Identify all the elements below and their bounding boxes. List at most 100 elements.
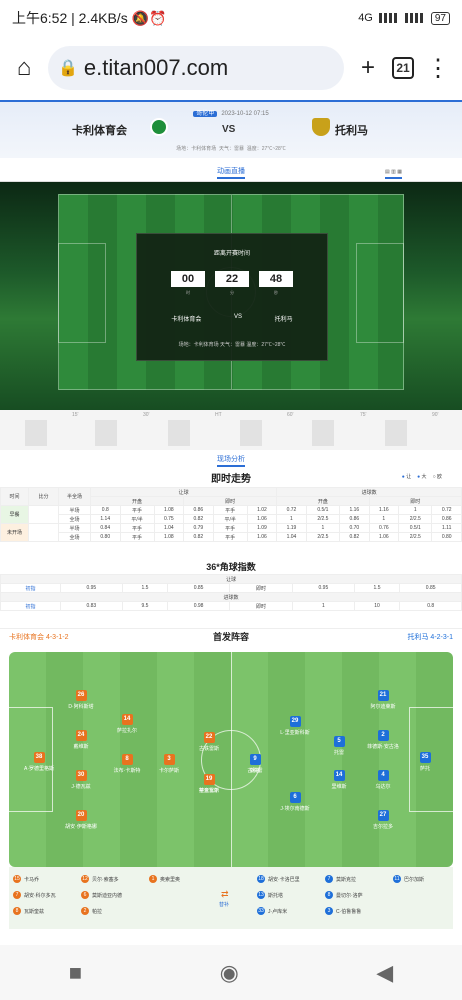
match-header: 哥伦甲 2023-10-12 07:15 卡利体育会 VS 托利马 场地：卡利体育…	[0, 100, 462, 158]
odds-cell: 平/半	[119, 514, 155, 524]
substitute-player[interactable]: 11 巴尔加斯	[393, 875, 424, 883]
odds-cell: 平/半	[212, 514, 248, 524]
substitute-player[interactable]: 13 斯托塔	[257, 891, 283, 899]
jersey-icon: 26	[75, 690, 87, 701]
jersey-icon: 1	[149, 875, 157, 883]
lineup-player[interactable]: 29 L·里亚斯科斯	[265, 716, 325, 736]
lineup-pitch: 38 A·罗德里格斯 26 D·阿科斯塔 24 戴维斯 30 J·德瓦兹 20 胡安·伊斯格娜 14…	[9, 652, 453, 867]
new-tab-icon[interactable]: +	[354, 54, 382, 82]
home-icon[interactable]: ⌂	[10, 54, 38, 82]
substitute-player[interactable]: 8 瓦斯奎兹	[13, 907, 44, 915]
league-badge[interactable]: 哥伦甲	[193, 111, 218, 117]
lineup-player[interactable]: 38 A·罗德里格斯	[9, 752, 69, 772]
jersey-icon: 7	[13, 891, 21, 899]
countdown-minutes: 22	[215, 271, 249, 287]
odds-row: 早餐 半场 0.8 平手 1.08 0.86 平手 1.02 0.72 0.5/1 1.16 1.16…	[0, 505, 462, 524]
address-bar[interactable]: 🔒 e.titan007.com	[48, 46, 344, 90]
odds-cell: 1.16	[368, 505, 400, 515]
tab-live-animation[interactable]: 动画直播	[217, 168, 245, 179]
substitute-player[interactable]: 7 胡安·科尔多瓦	[13, 891, 56, 899]
odds-cell: 0.82	[339, 532, 370, 542]
jersey-icon: 6	[81, 891, 89, 899]
substitute-player[interactable]: 2 帕拉	[81, 907, 102, 915]
timeline-label: 60'	[287, 412, 294, 418]
lineup-player[interactable]: 35 萨托	[395, 752, 453, 772]
substitute-player[interactable]: 12 贝尔·索塞多	[81, 875, 119, 883]
substitute-player[interactable]: 7 莫斯克拉	[325, 875, 356, 883]
jersey-icon: 8	[121, 754, 133, 765]
lineup-player[interactable]: 20 胡安·伊斯格娜	[51, 810, 111, 830]
subs-label: 替补	[219, 902, 230, 908]
menu-icon[interactable]: ⋮	[424, 54, 452, 83]
corner-cell: 0.95	[60, 583, 123, 593]
live-tab-bar: 动画直播 ▤ ▥ ▦	[0, 166, 462, 182]
substitute-player[interactable]: 33 J·卢库米	[257, 907, 287, 915]
lineup-player[interactable]: 21 阿尔迪莱斯	[353, 690, 413, 710]
lineup-player[interactable]: 19 蒂亚瓦尔	[179, 774, 239, 794]
odds-cell: 0.86	[339, 514, 370, 524]
network-label: 4G	[358, 12, 373, 24]
substitute-player[interactable]: 15 卡马乔	[13, 875, 39, 883]
lineup-player[interactable]: 26 D·阿科斯塔	[51, 690, 111, 710]
player-name: 吉尔拉多	[372, 824, 393, 830]
odds-score	[28, 505, 59, 524]
lock-icon: 🔒	[58, 60, 78, 77]
jersey-icon: 19	[203, 774, 215, 785]
odds-cell: 平手	[119, 532, 155, 542]
corner-title: 36*角球指数	[206, 562, 256, 572]
recent-apps-icon[interactable]: ■	[69, 960, 82, 986]
lineup-player[interactable]: 22 古铁雷斯	[179, 732, 239, 752]
lineup-player[interactable]: 14 里维斯	[309, 770, 369, 790]
alarm-icon: ⏰	[149, 9, 167, 26]
countdown-seconds: 48	[259, 271, 293, 287]
player-name: 胡安·伊斯格娜	[65, 824, 97, 830]
jersey-icon: 8	[325, 891, 333, 899]
lineup-player[interactable]: 27 吉尔拉多	[353, 810, 413, 830]
away-team-name[interactable]: 托利马	[335, 122, 368, 138]
jersey-icon: 35	[419, 752, 431, 763]
player-name: 帕拉	[92, 908, 103, 915]
substitute-player[interactable]: 1 奥索里奥	[149, 875, 180, 883]
odds-cell: 1.19	[276, 523, 307, 533]
option-let[interactable]: ● 让	[402, 473, 411, 480]
corner-cell: 0.8	[399, 601, 462, 611]
back-icon[interactable]: ◀	[376, 960, 393, 986]
status-speed: 2.4KB/s	[78, 10, 128, 26]
odds-half: 全场	[58, 532, 91, 542]
home-button-icon[interactable]: ◉	[220, 960, 239, 986]
player-name: L·里亚斯科斯	[280, 730, 310, 736]
corner-cell: 1.5	[353, 583, 401, 593]
home-team-name[interactable]: 卡利体育会	[72, 122, 127, 138]
odds-table: 时间 比分 半全场 让球 进球数 开盘 即时 开盘 即时 早餐 半场 0.8 平手 1.08 0.86 平…	[0, 487, 462, 542]
jersey-icon: 20	[75, 810, 87, 821]
odds-cell: 0.86	[183, 505, 214, 515]
venue-text: 场地：卡利体育场	[176, 146, 217, 152]
player-name: 卡马乔	[24, 876, 40, 883]
substitute-player[interactable]: 6 莫斯迪亚内德	[81, 891, 122, 899]
lineup-player[interactable]: 9 朗格	[225, 754, 285, 774]
browser-toolbar: ⌂ 🔒 e.titan007.com + 21 ⋮	[0, 36, 462, 100]
lineup-player[interactable]: 6 J·埃尔南德斯	[265, 792, 325, 812]
tab-count-button[interactable]: 21	[392, 57, 414, 79]
trend-options: ● 让 ● 大 ○ 欧	[402, 473, 442, 480]
option-euro[interactable]: ○ 欧	[433, 473, 442, 480]
countdown-home: 卡利体育会	[171, 317, 202, 323]
corner-handicap-label: 让球	[0, 574, 462, 584]
away-crest-icon	[312, 118, 330, 136]
substitute-player[interactable]: 8 曼切尔·洛萨	[325, 891, 363, 899]
jersey-icon: 38	[33, 752, 45, 763]
lineup-player[interactable]: 3 卡尔萨斯	[139, 754, 199, 774]
substitute-player[interactable]: 18 胡安·卡洛巴里	[257, 875, 300, 883]
corner-cell: 0.95	[292, 583, 355, 593]
col-open: 开盘	[89, 496, 185, 506]
jersey-icon: 12	[81, 875, 89, 883]
match-datetime: 2023-10-12 07:15	[221, 111, 269, 117]
view-toggle[interactable]: ▤ ▥ ▦	[385, 169, 402, 179]
timeline-label: 15'	[72, 412, 79, 418]
option-big[interactable]: ● 大	[417, 473, 426, 480]
lineup-player[interactable]: 14 萨拉扎尔	[97, 714, 157, 734]
odds-row: 未开场 半场 0.84 平手 1.04 0.79 平手 1.09 1.19 1 0.70 0.76 0.…	[0, 523, 462, 542]
lineup-player[interactable]: 5 托雷	[309, 736, 369, 756]
substitute-player[interactable]: 3 C·伯鲁鲁鲁	[325, 907, 361, 915]
tab-analysis[interactable]: 现场分析	[217, 456, 245, 467]
